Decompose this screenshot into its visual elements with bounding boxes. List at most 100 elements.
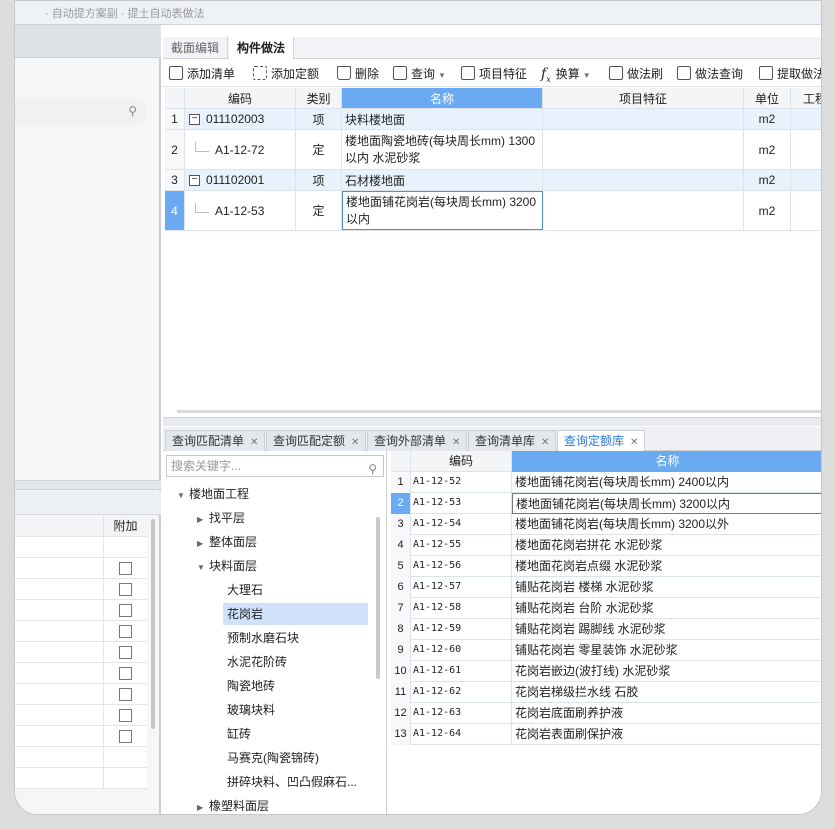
code-cell[interactable]: A1-12-62: [411, 682, 512, 703]
name-cell[interactable]: 铺贴花岗岩 台阶 水泥砂浆: [512, 598, 821, 619]
category-cell[interactable]: 项: [296, 109, 342, 129]
tree-node[interactable]: ▶ 橡塑料面层: [197, 795, 269, 814]
search-icon[interactable]: ⚲: [128, 104, 137, 118]
name-cell[interactable]: 块料楼地面: [342, 109, 543, 129]
attribute-row[interactable]: [15, 726, 147, 747]
extra-checkbox[interactable]: [119, 625, 132, 638]
extra-checkbox[interactable]: [119, 667, 132, 680]
method-brush-button[interactable]: 做法刷: [609, 65, 663, 83]
extra-checkbox[interactable]: [119, 583, 132, 596]
tab-external-list[interactable]: 查询外部清单 ✕: [367, 430, 468, 451]
tab-section-edit[interactable]: 截面编辑: [163, 37, 229, 59]
col-code-header[interactable]: 编码: [411, 451, 512, 472]
attribute-row[interactable]: [15, 663, 147, 684]
feature-cell[interactable]: [543, 191, 744, 230]
tree-leaf[interactable]: 预制水磨石块: [227, 627, 299, 649]
tree-leaf-selected[interactable]: 花岗岩: [223, 603, 368, 625]
tab-component-method[interactable]: 构件做法: [229, 37, 295, 59]
tree-node[interactable]: ▼ 块料面层: [197, 555, 257, 577]
col-category-header[interactable]: 类别: [296, 88, 342, 108]
table-row[interactable]: 5 A1-12-56 楼地面花岗岩点缀 水泥砂浆: [391, 556, 821, 577]
collapse-icon[interactable]: −: [189, 174, 200, 186]
name-cell[interactable]: 铺贴花岗岩 零星装饰 水泥砂浆: [512, 640, 821, 661]
name-cell-selected[interactable]: 楼地面铺花岗岩(每块周长mm) 3200以内: [512, 493, 821, 514]
name-cell[interactable]: 花岗岩梯级拦水线 石胶: [512, 682, 821, 703]
attribute-row[interactable]: [15, 705, 147, 726]
tree-search-input[interactable]: 搜索关键字... ⚲: [166, 455, 384, 477]
code-cell[interactable]: A1-12-60: [411, 640, 512, 661]
table-row[interactable]: 8 A1-12-59 铺贴花岗岩 踢脚线 水泥砂浆: [391, 619, 821, 640]
name-cell[interactable]: 石材楼地面: [342, 170, 543, 190]
attribute-row[interactable]: [15, 579, 147, 600]
method-query-button[interactable]: 做法查询: [677, 65, 743, 83]
tree-vertical-scrollbar[interactable]: [376, 517, 380, 679]
code-cell[interactable]: A1-12-61: [411, 661, 512, 682]
item-feature-button[interactable]: 项目特征: [461, 65, 527, 83]
name-cell[interactable]: 花岗岩底面刷养护液: [512, 703, 821, 724]
feature-cell[interactable]: [543, 130, 744, 169]
feature-cell[interactable]: [543, 109, 744, 129]
attribute-row[interactable]: [15, 684, 147, 705]
close-icon[interactable]: ✕: [630, 437, 638, 448]
name-cell[interactable]: 花岗岩嵌边(波打线) 水泥砂浆: [512, 661, 821, 682]
name-cell[interactable]: 楼地面铺花岗岩(每块周长mm) 3200以外: [512, 514, 821, 535]
table-row[interactable]: 2 A1-12-72 定 楼地面陶瓷地砖(每块周长mm) 1300以内 水泥砂浆…: [165, 130, 821, 170]
tree-leaf[interactable]: 玻璃块料: [227, 699, 275, 721]
unit-cell[interactable]: m2: [744, 191, 791, 230]
tree-leaf[interactable]: 马赛克(陶瓷锦砖): [227, 747, 319, 769]
query-button[interactable]: 查询 ▼: [393, 65, 446, 83]
table-row[interactable]: 1 −011102003 项 块料楼地面 m2: [165, 109, 821, 130]
left-panel-splitter[interactable]: [15, 480, 161, 490]
col-code-header[interactable]: 编码: [185, 88, 296, 108]
table-row[interactable]: 4 A1-12-53 定 楼地面铺花岗岩(每块周长mm) 3200以内 m2: [165, 191, 821, 231]
table-row[interactable]: 9 A1-12-60 铺贴花岗岩 零星装饰 水泥砂浆: [391, 640, 821, 661]
code-cell[interactable]: −011102001: [185, 170, 296, 190]
method-grid-hscrollbar[interactable]: [177, 410, 821, 413]
category-cell[interactable]: 定: [296, 191, 342, 230]
collapsed-icon[interactable]: ▶: [197, 509, 209, 531]
tree-node[interactable]: ▶ 找平层: [197, 507, 245, 529]
tree-leaf[interactable]: 拼碎块料、凹凸假麻石...: [227, 771, 357, 793]
delete-button[interactable]: 删除: [337, 65, 379, 83]
left-search-input[interactable]: ⚲: [15, 99, 147, 125]
collapse-icon[interactable]: −: [189, 113, 200, 125]
extra-checkbox[interactable]: [119, 709, 132, 722]
table-row[interactable]: 6 A1-12-57 铺贴花岗岩 楼梯 水泥砂浆: [391, 577, 821, 598]
extract-method-button[interactable]: 提取做法: [759, 65, 821, 83]
table-row-selected[interactable]: 2 A1-12-53 楼地面铺花岗岩(每块周长mm) 3200以内: [391, 493, 821, 514]
table-row[interactable]: 7 A1-12-58 铺贴花岗岩 台阶 水泥砂浆: [391, 598, 821, 619]
attribute-row[interactable]: [15, 768, 147, 789]
code-cell[interactable]: A1-12-63: [411, 703, 512, 724]
category-cell[interactable]: 项: [296, 170, 342, 190]
unit-cell[interactable]: m2: [744, 130, 791, 169]
name-cell[interactable]: 楼地面花岗岩拼花 水泥砂浆: [512, 535, 821, 556]
name-cell[interactable]: 花岗岩表面刷保护液: [512, 724, 821, 745]
collapsed-icon[interactable]: ▶: [197, 797, 209, 814]
attribute-row[interactable]: [15, 747, 147, 768]
table-row[interactable]: 4 A1-12-55 楼地面花岗岩拼花 水泥砂浆: [391, 535, 821, 556]
code-cell[interactable]: A1-12-59: [411, 619, 512, 640]
close-icon[interactable]: ✕: [541, 437, 549, 448]
code-cell[interactable]: A1-12-54: [411, 514, 512, 535]
tab-match-list[interactable]: 查询匹配清单 ✕: [165, 430, 266, 451]
attribute-row[interactable]: [15, 558, 147, 579]
table-row[interactable]: 13 A1-12-64 花岗岩表面刷保护液: [391, 724, 821, 745]
table-row[interactable]: 11 A1-12-62 花岗岩梯级拦水线 石胶: [391, 682, 821, 703]
col-name-header[interactable]: 名称: [342, 88, 543, 108]
table-row[interactable]: 10 A1-12-61 花岗岩嵌边(波打线) 水泥砂浆: [391, 661, 821, 682]
code-cell[interactable]: A1-12-64: [411, 724, 512, 745]
name-cell[interactable]: 楼地面铺花岗岩(每块周长mm) 2400以内: [512, 472, 821, 493]
convert-button[interactable]: fx 换算 ▼: [541, 65, 591, 84]
close-icon[interactable]: ✕: [351, 437, 359, 448]
col-name-header[interactable]: 名称: [512, 451, 821, 472]
name-cell[interactable]: 楼地面花岗岩点缀 水泥砂浆: [512, 556, 821, 577]
col-unit-header[interactable]: 单位: [744, 88, 791, 108]
search-icon[interactable]: ⚲: [368, 459, 377, 479]
tab-list-library[interactable]: 查询清单库 ✕: [468, 430, 557, 451]
code-cell[interactable]: A1-12-57: [411, 577, 512, 598]
expanded-icon[interactable]: ▼: [197, 557, 209, 579]
extra-checkbox[interactable]: [119, 688, 132, 701]
code-cell[interactable]: A1-12-53: [185, 191, 296, 230]
unit-cell[interactable]: m2: [744, 109, 791, 129]
code-cell[interactable]: A1-12-56: [411, 556, 512, 577]
